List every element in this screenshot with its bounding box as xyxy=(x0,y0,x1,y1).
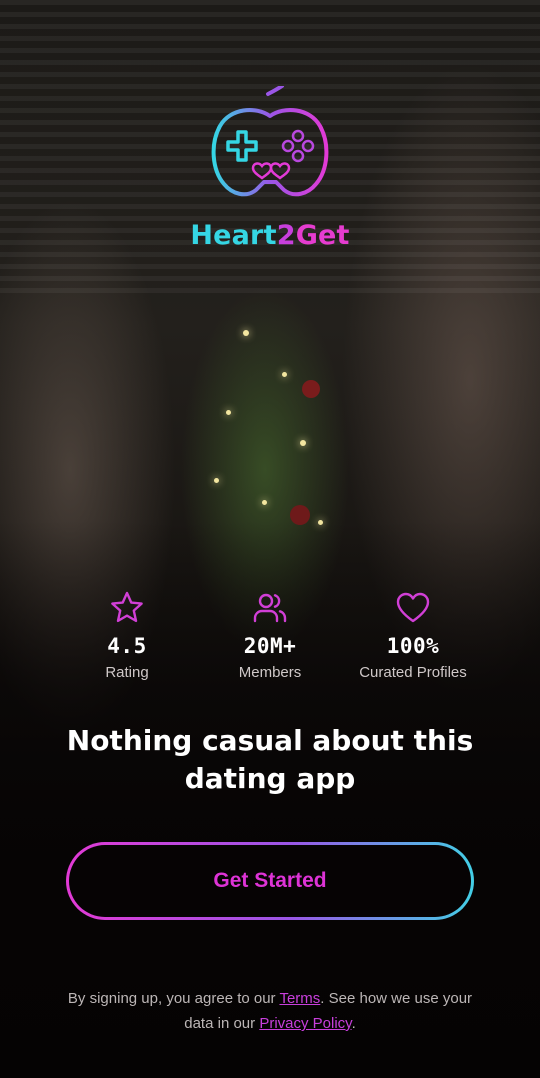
brand-name: Heart2Get xyxy=(0,220,540,251)
brand-name-part1: Heart xyxy=(190,220,277,251)
get-started-label: Get Started xyxy=(213,869,327,892)
headline-line2: dating app xyxy=(184,762,356,795)
stat-label: Curated Profiles xyxy=(359,664,467,681)
brand-name-part3: Get xyxy=(295,220,350,251)
privacy-policy-link[interactable]: Privacy Policy xyxy=(259,1015,351,1032)
stat-value: 100% xyxy=(386,634,440,658)
tree-light xyxy=(300,440,306,446)
legal-text-part3: . xyxy=(351,1015,356,1032)
terms-link[interactable]: Terms xyxy=(279,990,320,1007)
tree-light xyxy=(214,478,219,483)
legal-text-part1: By signing up, you agree to our xyxy=(67,990,280,1007)
headline-line1: Nothing casual about this xyxy=(66,724,474,757)
app-logo: Heart2Get xyxy=(0,86,540,251)
tree-light xyxy=(226,410,231,415)
get-started-button-inner[interactable]: Get Started xyxy=(69,845,471,917)
stat-curated: 100% Curated Profiles xyxy=(328,590,498,681)
legal-text: By signing up, you agree to our Terms. S… xyxy=(60,986,480,1036)
tree-light xyxy=(282,372,287,377)
heart-icon xyxy=(396,592,430,623)
stats-row: 4.5 Rating 20M+ Members 100% Curated Pro… xyxy=(0,590,540,700)
welcome-screen: Heart2Get 4.5 Rating 20M+ Members 100% C… xyxy=(0,0,540,1078)
tree-light xyxy=(262,500,267,505)
brand-name-part2: 2 xyxy=(276,220,296,251)
headline: Nothing casual about this dating app xyxy=(30,722,510,798)
tree-ornament xyxy=(302,380,320,398)
tree-light xyxy=(243,330,249,336)
gamepad-heart-icon xyxy=(211,86,329,197)
star-icon xyxy=(111,591,143,623)
users-icon xyxy=(253,593,287,623)
get-started-button[interactable]: Get Started xyxy=(66,842,474,920)
